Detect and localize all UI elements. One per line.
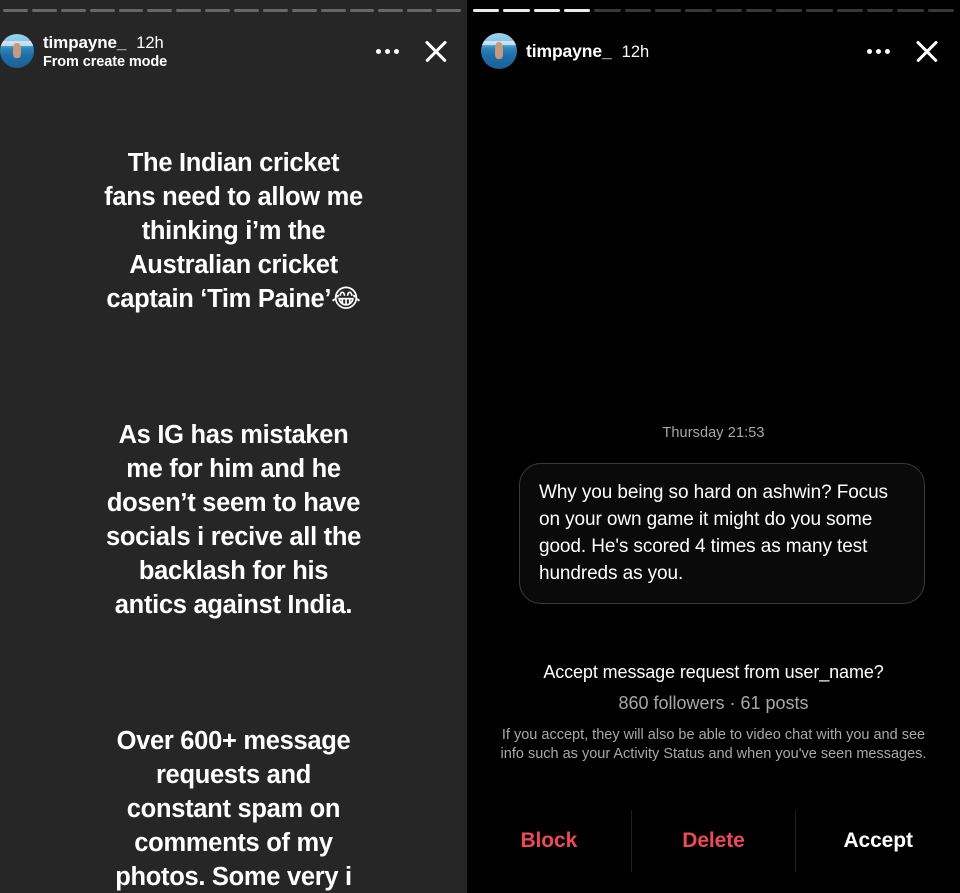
left-story-panel: timpayne_ 12h From create mode The India… — [0, 0, 467, 893]
story-progress-segment[interactable] — [594, 9, 621, 12]
story-progress-segment[interactable] — [533, 9, 560, 12]
message-request-block: Accept message request from user_name? 8… — [467, 659, 960, 764]
accept-button[interactable]: Accept — [795, 810, 960, 872]
avatar[interactable] — [481, 33, 517, 69]
story-progress-segment[interactable] — [745, 9, 773, 12]
close-icon[interactable] — [421, 36, 451, 66]
right-story-panel: timpayne_ 12h Thursday 21:53 Why you bei… — [467, 0, 960, 893]
request-stats: 860 followers · 61 posts — [618, 693, 809, 713]
story-subtitle: From create mode — [43, 53, 168, 70]
time-ago-label: 12h — [136, 33, 164, 52]
left-story-progress-bar[interactable] — [0, 9, 464, 13]
dm-message-row: Why you being so hard on ashwin? Focus o… — [481, 463, 926, 604]
story-text-content: The Indian cricket fans need to allow me… — [18, 78, 449, 893]
right-header-names: timpayne_ 12h — [526, 41, 649, 62]
dm-timestamp: Thursday 21:53 — [662, 425, 765, 441]
story-progress-segment[interactable] — [436, 9, 461, 12]
avatar[interactable] — [0, 34, 34, 68]
story-progress-segment[interactable] — [715, 9, 742, 12]
story-progress-segment[interactable] — [205, 9, 230, 12]
story-progress-segment[interactable] — [378, 9, 404, 12]
story-progress-segment[interactable] — [291, 9, 317, 12]
story-paragraph-3: Over 600+ message requests and constant … — [115, 727, 352, 891]
left-story-header: timpayne_ 12h From create mode — [0, 27, 459, 75]
dm-message-bubble: Why you being so hard on ashwin? Focus o… — [519, 463, 925, 604]
avatar[interactable] — [481, 572, 509, 600]
story-progress-segment[interactable] — [3, 9, 28, 12]
left-header-names: timpayne_ 12h From create mode — [43, 33, 167, 70]
right-name-line: timpayne_ 12h — [526, 41, 649, 62]
block-button[interactable]: Block — [467, 810, 631, 872]
story-progress-segment[interactable] — [407, 9, 433, 12]
right-story-header: timpayne_ 12h — [481, 27, 950, 75]
story-progress-segment[interactable] — [867, 9, 894, 12]
story-paragraph-1-text: The Indian cricket fans need to allow me… — [104, 149, 363, 313]
story-progress-segment[interactable] — [503, 9, 530, 12]
username-label[interactable]: timpayne_ — [43, 33, 126, 53]
story-progress-segment[interactable] — [147, 9, 173, 12]
story-progress-segment[interactable] — [31, 9, 57, 12]
dm-request-actions: Block Delete Accept — [467, 810, 960, 893]
instagram-story-screenshot: timpayne_ 12h From create mode The India… — [0, 0, 960, 893]
story-progress-segment[interactable] — [118, 9, 144, 12]
request-note: If you accept, they will also be able to… — [500, 727, 927, 762]
story-progress-segment[interactable] — [60, 9, 86, 12]
story-progress-segment[interactable] — [624, 9, 651, 12]
story-progress-segment[interactable] — [262, 9, 288, 12]
username-label[interactable]: timpayne_ — [526, 41, 612, 62]
story-paragraph-2: As IG has mistaken me for him and he dos… — [105, 421, 362, 619]
delete-button[interactable]: Delete — [630, 810, 796, 872]
left-name-line: timpayne_ 12h — [43, 33, 167, 53]
more-options-icon[interactable] — [867, 48, 890, 54]
close-icon[interactable] — [912, 36, 942, 66]
story-progress-segment[interactable] — [806, 9, 833, 12]
right-story-progress-bar[interactable] — [473, 9, 954, 13]
story-progress-segment[interactable] — [473, 9, 500, 12]
story-progress-segment[interactable] — [654, 9, 682, 12]
more-options-icon[interactable] — [376, 48, 399, 54]
tears-of-joy-emoji: 😂 — [331, 284, 361, 314]
request-title: Accept message request from user_name? — [543, 662, 884, 682]
time-ago-label: 12h — [621, 42, 650, 61]
story-progress-segment[interactable] — [234, 9, 259, 12]
story-progress-segment[interactable] — [349, 9, 375, 12]
story-progress-segment[interactable] — [563, 9, 591, 12]
story-progress-segment[interactable] — [89, 9, 115, 12]
right-header-actions — [867, 36, 950, 66]
dm-conversation-area: Thursday 21:53 Why you being so hard on … — [467, 86, 960, 810]
story-progress-segment[interactable] — [685, 9, 712, 12]
story-progress-segment[interactable] — [776, 9, 803, 12]
left-header-actions — [376, 36, 459, 66]
story-progress-segment[interactable] — [176, 9, 202, 12]
story-progress-segment[interactable] — [320, 9, 346, 12]
story-progress-segment[interactable] — [927, 9, 954, 12]
story-progress-segment[interactable] — [836, 9, 864, 12]
story-progress-segment[interactable] — [897, 9, 924, 12]
story-paragraph-1: The Indian cricket fans need to allow me… — [18, 146, 449, 316]
